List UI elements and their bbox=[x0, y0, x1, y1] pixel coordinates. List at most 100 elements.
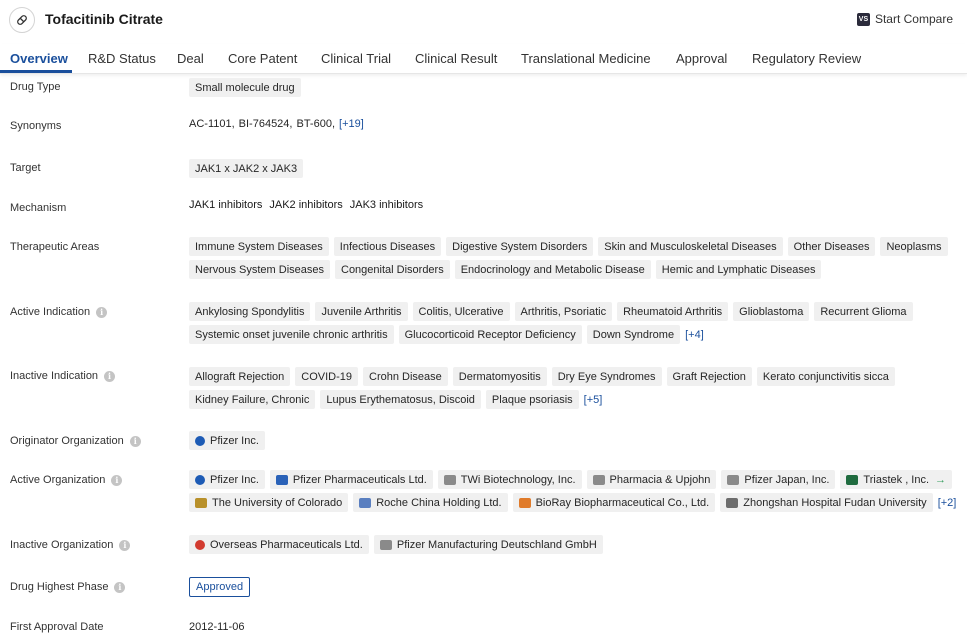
org-tag[interactable]: Pfizer Pharmaceuticals Ltd. bbox=[270, 470, 433, 489]
active-org-values: Pfizer Inc. Pfizer Pharmaceuticals Ltd. … bbox=[189, 470, 964, 512]
active-indication-tag[interactable]: Glucocorticoid Receptor Deficiency bbox=[399, 325, 582, 344]
inactive-indication-tag[interactable]: Lupus Erythematosus, Discoid bbox=[320, 390, 481, 409]
org-name: Zhongshan Hospital Fudan University bbox=[743, 497, 926, 509]
triastek-logo-icon bbox=[846, 475, 858, 485]
active-indication-tag[interactable]: Arthritis, Psoriatic bbox=[515, 302, 613, 321]
inactive-indication-tag[interactable]: Dry Eye Syndromes bbox=[552, 367, 662, 386]
inactive-indication-values: Allograft Rejection COVID-19 Crohn Disea… bbox=[189, 367, 964, 409]
org-tag[interactable]: Overseas Pharmaceuticals Ltd. bbox=[189, 535, 369, 554]
tab-rd-status[interactable]: R&D Status bbox=[88, 51, 156, 66]
info-icon[interactable]: i bbox=[96, 307, 107, 318]
active-tab-indicator bbox=[0, 70, 72, 73]
drug-type-values: Small molecule drug bbox=[189, 78, 964, 97]
inactive-indication-tag[interactable]: COVID-19 bbox=[295, 367, 358, 386]
org-name: Pfizer Pharmaceuticals Ltd. bbox=[293, 474, 427, 486]
inactive-org-label: Inactive Organization i bbox=[10, 539, 130, 551]
active-org-more-link[interactable]: [+2] bbox=[938, 497, 957, 509]
active-indication-tag[interactable]: Ankylosing Spondylitis bbox=[189, 302, 310, 321]
org-tag[interactable]: Pharmacia & Upjohn bbox=[587, 470, 717, 489]
org-tag[interactable]: Pfizer Inc. bbox=[189, 470, 265, 489]
tab-overview[interactable]: Overview bbox=[10, 51, 68, 66]
active-indication-tag[interactable]: Systemic onset juvenile chronic arthriti… bbox=[189, 325, 394, 344]
therapeutic-area-tag: Immune System Diseases bbox=[189, 237, 329, 256]
active-indication-tag[interactable]: Rheumatoid Arthritis bbox=[617, 302, 728, 321]
inactive-indication-tag[interactable]: Kidney Failure, Chronic bbox=[189, 390, 315, 409]
start-compare-button[interactable]: VS Start Compare bbox=[857, 12, 953, 26]
synonyms-more-link[interactable]: [+19] bbox=[339, 118, 364, 130]
active-indication-tag[interactable]: Juvenile Arthritis bbox=[315, 302, 407, 321]
mechanism-item: JAK3 inhibitors bbox=[350, 199, 423, 211]
inactive-indication-label-text: Inactive Indication bbox=[10, 370, 98, 382]
inactive-indication-tag[interactable]: Dermatomyositis bbox=[453, 367, 547, 386]
inactive-indication-tag[interactable]: Kerato conjunctivitis sicca bbox=[757, 367, 895, 386]
therapeutic-area-tag: Nervous System Diseases bbox=[189, 260, 330, 279]
synonyms-values: AC-1101, BI-764524, BT-600, [+19] bbox=[189, 118, 964, 130]
drug-type-label: Drug Type bbox=[10, 81, 61, 93]
tab-clinical-result[interactable]: Clinical Result bbox=[415, 51, 497, 66]
synonym-item: BT-600, bbox=[296, 118, 335, 130]
tab-deal[interactable]: Deal bbox=[177, 51, 204, 66]
active-indication-tag[interactable]: Colitis, Ulcerative bbox=[413, 302, 510, 321]
active-indication-tag[interactable]: Recurrent Glioma bbox=[814, 302, 912, 321]
university-logo-icon bbox=[195, 498, 207, 508]
info-icon[interactable]: i bbox=[130, 436, 141, 447]
org-name: BioRay Biopharmaceutical Co., Ltd. bbox=[536, 497, 710, 509]
info-icon[interactable]: i bbox=[111, 475, 122, 486]
org-tag[interactable]: The University of Colorado bbox=[189, 493, 348, 512]
tab-clinical-trial[interactable]: Clinical Trial bbox=[321, 51, 391, 66]
overseas-logo-icon bbox=[195, 540, 205, 550]
inactive-indication-label: Inactive Indication i bbox=[10, 370, 115, 382]
active-indication-more-link[interactable]: [+4] bbox=[685, 329, 704, 341]
org-tag[interactable]: TWi Biotechnology, Inc. bbox=[438, 470, 582, 489]
org-tag[interactable]: Pfizer Manufacturing Deutschland GmbH bbox=[374, 535, 603, 554]
therapeutic-areas-values: Immune System Diseases Infectious Diseas… bbox=[189, 237, 964, 279]
therapeutic-area-tag: Digestive System Disorders bbox=[446, 237, 593, 256]
mechanism-values: JAK1 inhibitors JAK2 inhibitors JAK3 inh… bbox=[189, 199, 964, 211]
hospital-logo-icon bbox=[726, 498, 738, 508]
roche-logo-icon bbox=[359, 498, 371, 508]
org-name: TWi Biotechnology, Inc. bbox=[461, 474, 576, 486]
first-approval-values: 2012-11-06 bbox=[189, 621, 964, 633]
tab-approval[interactable]: Approval bbox=[676, 51, 727, 66]
org-name: Roche China Holding Ltd. bbox=[376, 497, 501, 509]
org-tag[interactable]: Triastek , Inc.→ bbox=[840, 470, 952, 489]
target-tag[interactable]: JAK1 x JAK2 x JAK3 bbox=[189, 159, 303, 178]
bioray-logo-icon bbox=[519, 498, 531, 508]
inactive-indication-more-link[interactable]: [+5] bbox=[584, 394, 603, 406]
info-icon[interactable]: i bbox=[104, 371, 115, 382]
info-icon[interactable]: i bbox=[119, 540, 130, 551]
highest-phase-values: Approved bbox=[189, 577, 964, 597]
tab-regulatory-review[interactable]: Regulatory Review bbox=[752, 51, 861, 66]
mechanism-item: JAK1 inhibitors bbox=[189, 199, 262, 211]
active-indication-tag[interactable]: Glioblastoma bbox=[733, 302, 809, 321]
pfizer-logo-icon bbox=[195, 436, 205, 446]
org-name: Triastek , Inc. bbox=[863, 474, 929, 486]
active-indication-values: Ankylosing Spondylitis Juvenile Arthriti… bbox=[189, 302, 964, 344]
inactive-indication-tag[interactable]: Crohn Disease bbox=[363, 367, 448, 386]
org-tag[interactable]: Pfizer Japan, Inc. bbox=[721, 470, 835, 489]
active-indication-tag[interactable]: Down Syndrome bbox=[587, 325, 680, 344]
inactive-indication-tag[interactable]: Graft Rejection bbox=[667, 367, 752, 386]
inactive-org-values: Overseas Pharmaceuticals Ltd. Pfizer Man… bbox=[189, 535, 964, 554]
inactive-indication-tag[interactable]: Plaque psoriasis bbox=[486, 390, 579, 409]
active-org-label-text: Active Organization bbox=[10, 474, 105, 486]
org-name: Pfizer Manufacturing Deutschland GmbH bbox=[397, 539, 597, 551]
org-tag[interactable]: Roche China Holding Ltd. bbox=[353, 493, 507, 512]
info-icon[interactable]: i bbox=[114, 582, 125, 593]
org-name: Overseas Pharmaceuticals Ltd. bbox=[210, 539, 363, 551]
org-tag[interactable]: Zhongshan Hospital Fudan University bbox=[720, 493, 932, 512]
therapeutic-areas-label: Therapeutic Areas bbox=[10, 241, 99, 253]
pfizer-logo-icon bbox=[195, 475, 205, 485]
therapeutic-area-tag: Hemic and Lymphatic Diseases bbox=[656, 260, 822, 279]
org-tag[interactable]: Pfizer Inc. bbox=[189, 431, 265, 450]
tab-core-patent[interactable]: Core Patent bbox=[228, 51, 297, 66]
target-label: Target bbox=[10, 162, 41, 174]
mechanism-label: Mechanism bbox=[10, 202, 66, 214]
tab-translational-medicine[interactable]: Translational Medicine bbox=[521, 51, 651, 66]
org-tag[interactable]: BioRay Biopharmaceutical Co., Ltd. bbox=[513, 493, 716, 512]
inactive-indication-tag[interactable]: Allograft Rejection bbox=[189, 367, 290, 386]
synonym-item: BI-764524, bbox=[239, 118, 293, 130]
active-org-label: Active Organization i bbox=[10, 474, 122, 486]
therapeutic-area-tag: Other Diseases bbox=[788, 237, 876, 256]
page-title: Tofacitinib Citrate bbox=[45, 11, 163, 27]
